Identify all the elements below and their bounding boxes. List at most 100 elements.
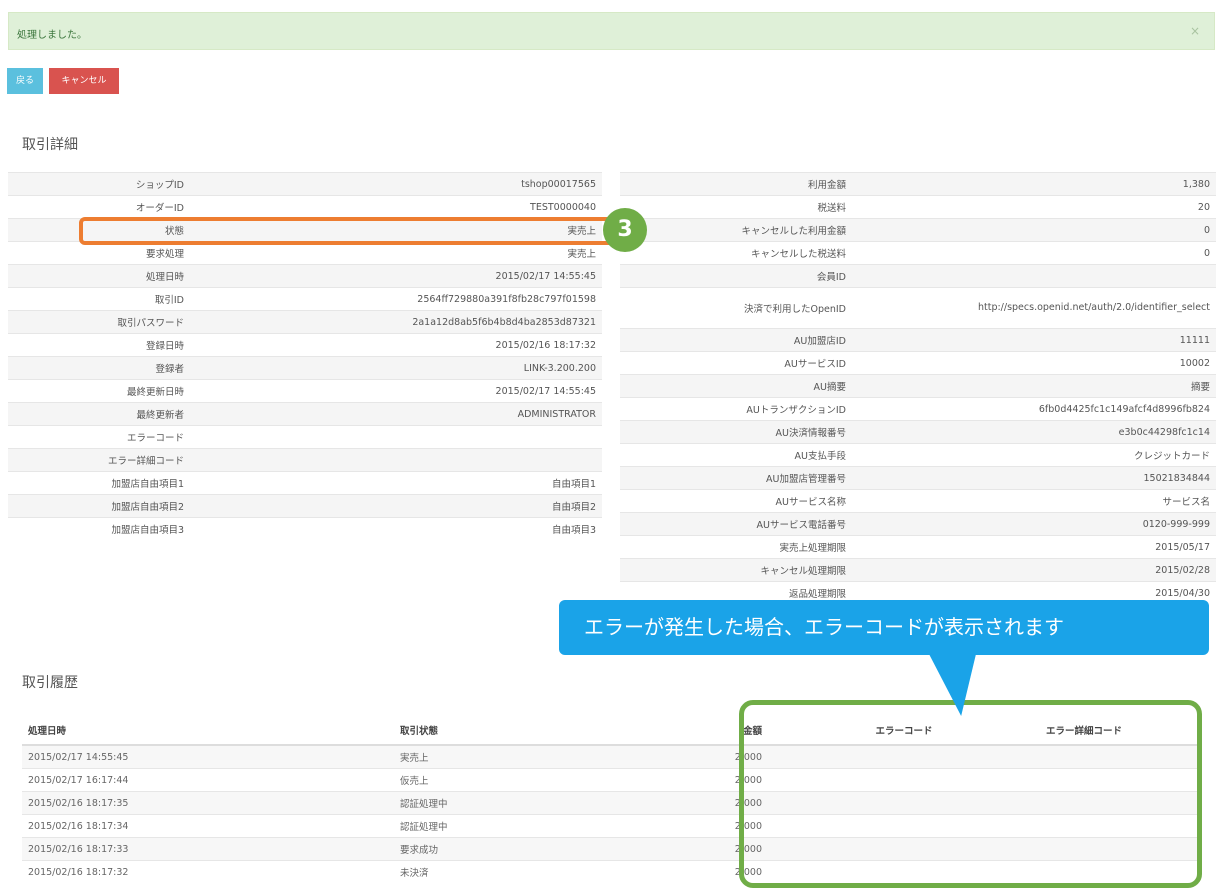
detail-label: 処理日時 bbox=[8, 264, 190, 288]
detail-row: エラー詳細コード bbox=[8, 448, 602, 472]
detail-label: 登録日時 bbox=[8, 333, 190, 357]
detail-label: 決済で利用したOpenID bbox=[620, 287, 852, 329]
cancel-button[interactable]: キャンセル bbox=[49, 68, 119, 94]
detail-value: 2015/05/17 bbox=[852, 535, 1216, 559]
detail-label: オーダーID bbox=[8, 195, 190, 219]
detail-row: エラーコード bbox=[8, 425, 602, 449]
detail-row: AU加盟店管理番号 15021834844 bbox=[620, 466, 1216, 490]
detail-row: キャンセルした税送料 0 bbox=[620, 241, 1216, 265]
detail-row: 加盟店自由項目2 自由項目2 bbox=[8, 494, 602, 518]
status-cell: 実売上 bbox=[394, 744, 676, 769]
detail-right-table: 利用金額 1,380 税送料 20 キャンセルした利用金額 0 キャンセルした税送料 0 会員I… bbox=[620, 172, 1216, 604]
detail-value: サービス名 bbox=[852, 489, 1216, 513]
detail-value: 自由項目2 bbox=[190, 494, 602, 518]
processed-at-cell: 2015/02/16 18:17:33 bbox=[22, 837, 394, 861]
processed-at-cell: 2015/02/16 18:17:32 bbox=[22, 860, 394, 883]
col-status: 取引状態 bbox=[394, 716, 676, 746]
detail-value: 0120-999-999 bbox=[852, 512, 1216, 536]
detail-label: AUサービス電話番号 bbox=[620, 512, 852, 536]
detail-label: 加盟店自由項目2 bbox=[8, 494, 190, 518]
detail-label: 取引パスワード bbox=[8, 310, 190, 334]
detail-value: 10002 bbox=[852, 351, 1216, 375]
detail-value: ADMINISTRATOR bbox=[190, 402, 602, 426]
status-cell: 仮売上 bbox=[394, 768, 676, 792]
detail-row: 決済で利用したOpenID http://specs.openid.net/aut… bbox=[620, 287, 1216, 329]
detail-label: 実売上処理期限 bbox=[620, 535, 852, 559]
detail-label: 登録者 bbox=[8, 356, 190, 380]
processed-at-cell: 2015/02/17 16:17:44 bbox=[22, 768, 394, 792]
detail-value: 15021834844 bbox=[852, 466, 1216, 490]
detail-label: AU支払手段 bbox=[620, 443, 852, 467]
status-cell: 未決済 bbox=[394, 860, 676, 883]
detail-row: 取引ID 2564ff729880a391f8fb28c797f01598 bbox=[8, 287, 602, 311]
detail-label: AU加盟店管理番号 bbox=[620, 466, 852, 490]
processed-at-cell: 2015/02/17 14:55:45 bbox=[22, 744, 394, 769]
detail-row: 登録者 LINK-3.200.200 bbox=[8, 356, 602, 380]
detail-value: 0 bbox=[852, 218, 1216, 242]
detail-value: 2015/02/28 bbox=[852, 558, 1216, 582]
detail-label: キャンセル処理期限 bbox=[620, 558, 852, 582]
detail-value: 2a1a12d8ab5f6b4b8d4ba2853d87321 bbox=[190, 310, 602, 334]
detail-label: エラーコード bbox=[8, 425, 190, 449]
detail-value: 20 bbox=[852, 195, 1216, 219]
detail-row: 加盟店自由項目1 自由項目1 bbox=[8, 471, 602, 495]
detail-row: キャンセル処理期限 2015/02/28 bbox=[620, 558, 1216, 582]
detail-label: 加盟店自由項目1 bbox=[8, 471, 190, 495]
processed-at-cell: 2015/02/16 18:17:34 bbox=[22, 814, 394, 838]
alert-message: 処理しました。 bbox=[17, 30, 87, 41]
detail-row: AU決済情報番号 e3b0c44298fc1c14 bbox=[620, 420, 1216, 444]
detail-row: AU摘要 摘要 bbox=[620, 374, 1216, 398]
detail-row: ショップID tshop00017565 bbox=[8, 172, 602, 196]
detail-label: AU摘要 bbox=[620, 374, 852, 398]
detail-value: 2015/02/17 14:55:45 bbox=[190, 264, 602, 288]
detail-value: 摘要 bbox=[852, 374, 1216, 398]
detail-value bbox=[190, 448, 602, 472]
detail-label: AUサービスID bbox=[620, 351, 852, 375]
processed-at-cell: 2015/02/16 18:17:35 bbox=[22, 791, 394, 815]
detail-value: TEST0000040 bbox=[190, 195, 602, 219]
detail-value bbox=[852, 264, 1216, 288]
back-button[interactable]: 戻る bbox=[7, 68, 43, 94]
detail-label: 最終更新者 bbox=[8, 402, 190, 426]
detail-value: LINK-3.200.200 bbox=[190, 356, 602, 380]
detail-label: AUトランザクションID bbox=[620, 397, 852, 421]
detail-label: エラー詳細コード bbox=[8, 448, 190, 472]
detail-label: 利用金額 bbox=[620, 172, 852, 196]
success-alert: 処理しました。 × bbox=[8, 12, 1215, 50]
detail-value: e3b0c44298fc1c14 bbox=[852, 420, 1216, 444]
detail-label: AUサービス名称 bbox=[620, 489, 852, 513]
detail-value: 6fb0d4425fc1c149afcf4d8996fb824 bbox=[852, 397, 1216, 421]
detail-row: 加盟店自由項目3 自由項目3 bbox=[8, 517, 602, 540]
detail-label: ショップID bbox=[8, 172, 190, 196]
detail-value: tshop00017565 bbox=[190, 172, 602, 196]
detail-row: 利用金額 1,380 bbox=[620, 172, 1216, 196]
detail-row: AUサービス名称 サービス名 bbox=[620, 489, 1216, 513]
detail-row: AU加盟店ID 11111 bbox=[620, 328, 1216, 352]
detail-row: 登録日時 2015/02/16 18:17:32 bbox=[8, 333, 602, 357]
detail-row: 会員ID bbox=[620, 264, 1216, 288]
detail-row: 最終更新者 ADMINISTRATOR bbox=[8, 402, 602, 426]
detail-label: 加盟店自由項目3 bbox=[8, 517, 190, 540]
detail-value: 2564ff729880a391f8fb28c797f01598 bbox=[190, 287, 602, 311]
error-columns-highlight bbox=[739, 700, 1202, 888]
detail-value: 0 bbox=[852, 241, 1216, 265]
detail-label: 会員ID bbox=[620, 264, 852, 288]
detail-value: 11111 bbox=[852, 328, 1216, 352]
detail-row: 取引パスワード 2a1a12d8ab5f6b4b8d4ba2853d87321 bbox=[8, 310, 602, 334]
close-icon[interactable]: × bbox=[1190, 24, 1200, 38]
step-badge: 3 bbox=[603, 208, 647, 252]
detail-label: AU加盟店ID bbox=[620, 328, 852, 352]
detail-title: 取引詳細 bbox=[22, 137, 78, 153]
status-row-highlight bbox=[79, 217, 620, 245]
detail-value: 2015/02/17 14:55:45 bbox=[190, 379, 602, 403]
history-title: 取引履歴 bbox=[22, 675, 78, 691]
status-cell: 認証処理中 bbox=[394, 791, 676, 815]
detail-label: キャンセルした税送料 bbox=[620, 241, 852, 265]
detail-row: AUトランザクションID 6fb0d4425fc1c149afcf4d8996fb… bbox=[620, 397, 1216, 421]
detail-value: 1,380 bbox=[852, 172, 1216, 196]
detail-value: 2015/02/16 18:17:32 bbox=[190, 333, 602, 357]
col-processed-at: 処理日時 bbox=[22, 716, 394, 746]
status-cell: 認証処理中 bbox=[394, 814, 676, 838]
detail-row: 処理日時 2015/02/17 14:55:45 bbox=[8, 264, 602, 288]
detail-label: キャンセルした利用金額 bbox=[620, 218, 852, 242]
